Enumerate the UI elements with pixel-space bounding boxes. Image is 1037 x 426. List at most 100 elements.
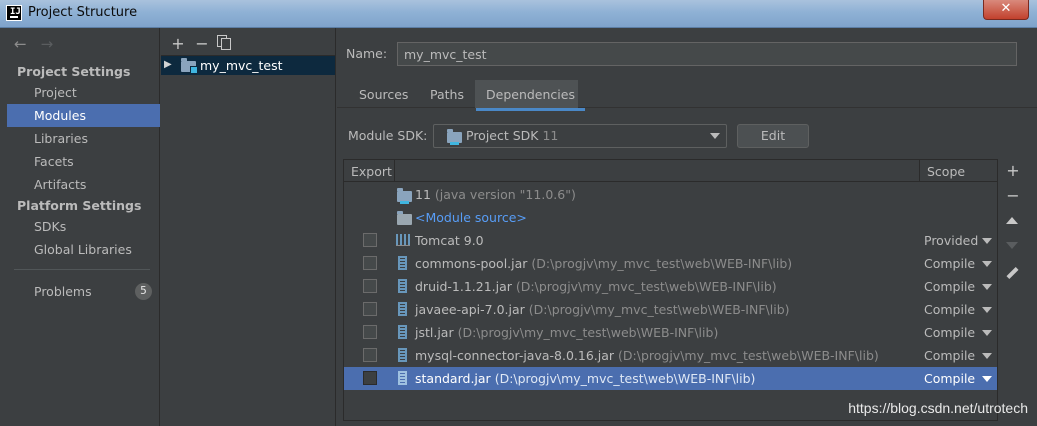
- watermark-text: https://blog.csdn.net/utrotech: [848, 400, 1028, 416]
- module-sdk-label: Module SDK:: [348, 128, 428, 143]
- export-column-header[interactable]: Export: [351, 164, 392, 179]
- table-row-selected[interactable]: standard.jar (D:\progjv\my_mvc_test\web\…: [344, 367, 997, 390]
- scope-column-header[interactable]: Scope: [927, 164, 965, 179]
- export-checkbox[interactable]: [363, 233, 377, 247]
- column-separator: [394, 160, 395, 182]
- chevron-down-icon[interactable]: [982, 284, 992, 290]
- dependency-path: (D:\progjv\my_mvc_test\web\WEB-INF\lib): [531, 256, 793, 271]
- close-window-button[interactable]: ✕: [983, 0, 1029, 20]
- nav-item-modules[interactable]: Modules: [7, 104, 160, 127]
- move-down-icon[interactable]: [1006, 242, 1018, 249]
- modules-toolbar: + −: [169, 32, 231, 53]
- chevron-down-icon[interactable]: [982, 376, 992, 382]
- nav-item-sdks[interactable]: SDKs: [7, 215, 160, 238]
- jdk-name: 11: [415, 187, 431, 202]
- scope-value[interactable]: Compile: [924, 279, 975, 294]
- add-module-button[interactable]: +: [169, 35, 187, 53]
- export-checkbox[interactable]: [363, 348, 377, 362]
- scope-value[interactable]: Compile: [924, 371, 975, 386]
- copy-icon[interactable]: [217, 35, 231, 50]
- chevron-down-icon[interactable]: [982, 353, 992, 359]
- jar-icon: [398, 256, 407, 270]
- chevron-down-icon: [710, 133, 720, 139]
- dependency-path: (D:\progjv\my_mvc_test\web\WEB-INF\lib): [494, 371, 756, 386]
- dependencies-table: Export Scope 11 (java version "11.0.6") …: [343, 159, 998, 421]
- intellij-app-icon: IJ: [6, 5, 22, 21]
- jdk-detail: (java version "11.0.6"): [434, 187, 576, 202]
- nav-item-artifacts[interactable]: Artifacts: [7, 173, 160, 196]
- module-details-panel: Name: Sources Paths Dependencies Module …: [337, 28, 1037, 426]
- name-label: Name:: [346, 46, 388, 61]
- remove-module-button[interactable]: −: [193, 35, 211, 53]
- add-dependency-button[interactable]: +: [1004, 162, 1022, 180]
- jdk-folder-icon: [397, 188, 412, 204]
- dependency-name: Tomcat 9.0: [415, 233, 484, 248]
- window-titlebar: IJ Project Structure ✕: [0, 0, 1037, 28]
- scope-value[interactable]: Compile: [924, 302, 975, 317]
- table-row[interactable]: druid-1.1.21.jar (D:\progjv\my_mvc_test\…: [344, 275, 997, 298]
- export-checkbox[interactable]: [363, 325, 377, 339]
- dependency-path: (D:\progjv\my_mvc_test\web\WEB-INF\lib): [457, 325, 719, 340]
- module-source-folder-icon: [397, 211, 412, 225]
- table-row[interactable]: javaee-api-7.0.jar (D:\progjv\my_mvc_tes…: [344, 298, 997, 321]
- settings-nav-panel: ← → Project Settings Project Modules Libr…: [0, 28, 160, 426]
- sdk-folder-icon: [447, 129, 462, 145]
- scope-value[interactable]: Compile: [924, 348, 975, 363]
- chevron-down-icon[interactable]: [982, 238, 992, 244]
- jar-icon: [398, 302, 407, 316]
- table-row-module-source[interactable]: <Module source>: [344, 206, 997, 229]
- dependency-name: commons-pool.jar: [415, 256, 528, 271]
- modules-tree-panel: + − ▶ my_mvc_test: [161, 28, 336, 426]
- scope-value[interactable]: Compile: [924, 256, 975, 271]
- nav-item-project[interactable]: Project: [7, 81, 160, 104]
- nav-item-libraries[interactable]: Libraries: [7, 127, 160, 150]
- edit-pencil-icon[interactable]: [1006, 266, 1019, 280]
- table-row[interactable]: Tomcat 9.0 Provided: [344, 229, 997, 252]
- column-separator: [919, 160, 920, 182]
- table-row[interactable]: commons-pool.jar (D:\progjv\my_mvc_test\…: [344, 252, 997, 275]
- forward-arrow-icon[interactable]: →: [41, 35, 54, 53]
- dependency-path: (D:\progjv\my_mvc_test\web\WEB-INF\lib): [515, 279, 777, 294]
- module-tree-label: my_mvc_test: [200, 58, 283, 73]
- chevron-down-icon[interactable]: [982, 330, 992, 336]
- window-title: Project Structure: [28, 5, 138, 20]
- table-row[interactable]: mysql-connector-java-8.0.16.jar (D:\prog…: [344, 344, 997, 367]
- tab-paths[interactable]: Paths: [430, 87, 464, 102]
- library-icon: [396, 234, 410, 246]
- expand-triangle-icon[interactable]: ▶: [164, 59, 172, 70]
- table-header: Export Scope: [344, 160, 997, 182]
- dependency-name: javaee-api-7.0.jar: [415, 302, 525, 317]
- problems-count-badge: 5: [135, 283, 152, 300]
- export-checkbox[interactable]: [363, 371, 377, 385]
- sdk-value: Project SDK: [466, 128, 539, 143]
- module-tabs: Sources Paths Dependencies: [337, 80, 1037, 111]
- module-source-label: <Module source>: [415, 210, 527, 225]
- nav-item-facets[interactable]: Facets: [7, 150, 160, 173]
- export-checkbox[interactable]: [363, 302, 377, 316]
- move-up-icon[interactable]: [1006, 217, 1018, 224]
- scope-value[interactable]: Compile: [924, 325, 975, 340]
- nav-item-global-libraries[interactable]: Global Libraries: [7, 238, 160, 261]
- problems-label: Problems: [34, 284, 92, 299]
- tree-item-module[interactable]: ▶ my_mvc_test: [161, 55, 335, 75]
- dependency-name: mysql-connector-java-8.0.16.jar: [415, 348, 615, 363]
- back-arrow-icon[interactable]: ←: [14, 35, 27, 53]
- tab-sources[interactable]: Sources: [359, 87, 408, 102]
- module-sdk-dropdown[interactable]: Project SDK 11: [433, 124, 727, 148]
- table-row-jdk[interactable]: 11 (java version "11.0.6"): [344, 183, 997, 206]
- table-row[interactable]: jstl.jar (D:\progjv\my_mvc_test\web\WEB-…: [344, 321, 997, 344]
- chevron-down-icon[interactable]: [982, 307, 992, 313]
- tab-dependencies[interactable]: Dependencies: [476, 87, 585, 111]
- platform-settings-header: Platform Settings: [17, 198, 142, 213]
- nav-item-problems[interactable]: Problems 5: [7, 280, 160, 303]
- edit-sdk-button[interactable]: Edit: [737, 124, 809, 148]
- dependency-path: (D:\progjv\my_mvc_test\web\WEB-INF\lib): [618, 348, 879, 363]
- scope-value[interactable]: Provided: [924, 233, 978, 248]
- export-checkbox[interactable]: [363, 256, 377, 270]
- remove-dependency-button[interactable]: −: [1004, 187, 1022, 205]
- dependency-name: standard.jar: [415, 371, 491, 386]
- export-checkbox[interactable]: [363, 279, 377, 293]
- jar-icon: [398, 279, 407, 293]
- module-name-input[interactable]: [397, 42, 1017, 66]
- chevron-down-icon[interactable]: [982, 261, 992, 267]
